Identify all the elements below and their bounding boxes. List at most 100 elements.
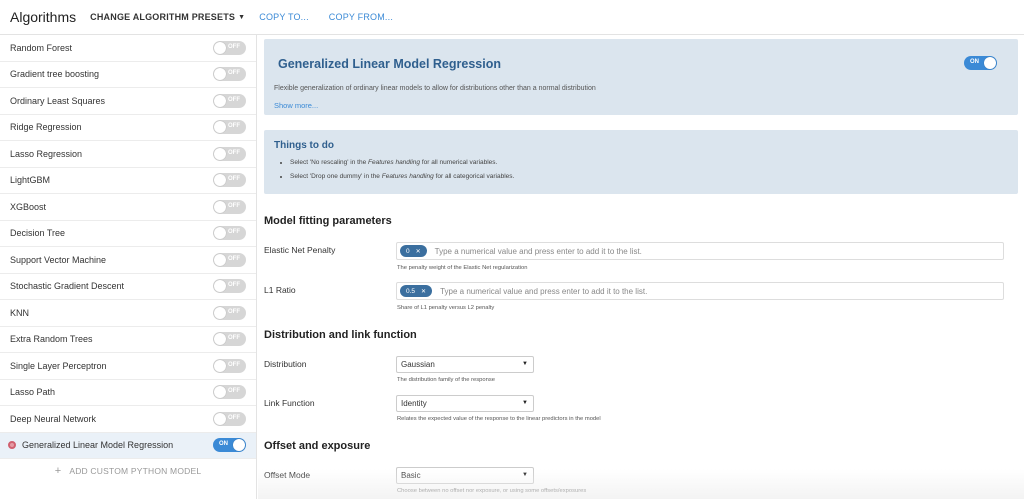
algorithm-name: Gradient tree boosting [10, 69, 100, 80]
presets-label: CHANGE ALGORITHM PRESETS [90, 12, 236, 22]
algorithm-toggle[interactable]: OFF [213, 411, 246, 426]
toggle-knob [233, 439, 245, 452]
algorithm-toggle[interactable]: OFF [213, 385, 246, 400]
dropdown-arrow-icon: ▼ [522, 400, 528, 406]
algorithm-item-ridge[interactable]: Ridge Regression OFF [0, 115, 256, 141]
algorithm-item-lasso[interactable]: Lasso Regression OFF [0, 141, 256, 168]
algorithm-toggle[interactable]: OFF [213, 358, 246, 373]
algorithm-name: Deep Neural Network [10, 413, 97, 424]
algorithm-toggle[interactable]: OFF [213, 146, 246, 161]
remove-icon[interactable]: ✕ [416, 248, 421, 255]
toggle-state: OFF [228, 202, 240, 209]
algorithm-toggle[interactable]: OFF [213, 332, 246, 347]
algorithm-item-svm[interactable]: Support Vector Machine OFF [0, 247, 256, 274]
algorithm-item-lightgbm[interactable]: LightGBM OFF [0, 168, 256, 194]
value-chip[interactable]: 0.5 ✕ [400, 285, 433, 297]
offset-mode-help: Choose between no offset nor exposure, o… [397, 488, 587, 494]
things-to-do-card: Things to do Select 'No rescaling' in th… [264, 130, 1018, 194]
algorithm-enable-toggle[interactable]: ON [964, 56, 997, 70]
l1-ratio-input[interactable]: 0.5 ✕ Type a numerical value and press en… [396, 282, 1004, 300]
select-value: Basic [401, 471, 421, 480]
algorithm-item-decision-tree[interactable]: Decision Tree OFF [0, 221, 256, 247]
algorithm-name: Extra Random Trees [10, 334, 93, 345]
toggle-state: ON [970, 59, 979, 65]
link-function-select[interactable]: Identity ▼ [396, 395, 534, 412]
distribution-help: The distribution family of the response [397, 377, 495, 383]
toggle-state: OFF [228, 282, 240, 289]
toggle-knob [214, 94, 226, 107]
add-custom-python-model-button[interactable]: + ADD CUSTOM PYTHON MODEL [0, 459, 256, 483]
algorithm-toggle[interactable]: OFF [213, 40, 246, 55]
toggle-state: OFF [228, 43, 240, 50]
algorithm-toggle[interactable]: ON [213, 438, 246, 453]
show-more-link[interactable]: Show more... [274, 101, 318, 110]
change-presets-button[interactable]: CHANGE ALGORITHM PRESETS ▼ [90, 12, 245, 22]
remove-icon[interactable]: ✕ [421, 288, 426, 295]
algorithm-name: KNN [10, 307, 30, 318]
algorithm-item-single-layer-perceptron[interactable]: Single Layer Perceptron OFF [0, 353, 256, 380]
toggle-state: OFF [228, 414, 240, 421]
dropdown-arrow-icon: ▼ [522, 472, 528, 478]
algorithm-toggle[interactable]: OFF [213, 252, 246, 267]
offset-mode-select[interactable]: Basic ▼ [396, 467, 534, 484]
toggle-state: OFF [228, 176, 240, 183]
todo-item: Select 'No rescaling' in the Features ha… [290, 158, 514, 172]
elastic-net-input[interactable]: 0 ✕ Type a numerical value and press ente… [396, 242, 1004, 260]
algorithm-name: Single Layer Perceptron [10, 360, 107, 371]
algorithm-item-glm-regression[interactable]: Generalized Linear Model Regression ON [0, 432, 256, 459]
l1-ratio-help: Share of L1 penalty versus L2 penalty [397, 305, 495, 311]
algorithm-item-deep-neural-network[interactable]: Deep Neural Network OFF [0, 406, 256, 433]
algorithm-item-extra-random-trees[interactable]: Extra Random Trees OFF [0, 327, 256, 353]
value-chip[interactable]: 0 ✕ [400, 245, 427, 257]
algorithm-title: Generalized Linear Model Regression [278, 57, 501, 71]
toggle-state: OFF [228, 149, 240, 156]
scroll-fade [258, 469, 1024, 499]
algorithm-toggle[interactable]: OFF [213, 279, 246, 294]
algorithm-toggle[interactable]: OFF [213, 199, 246, 214]
algorithm-item-gradient-tree-boosting[interactable]: Gradient tree boosting OFF [0, 62, 256, 88]
toggle-state: OFF [228, 335, 240, 342]
link-function-help: Relates the expected value of the respon… [397, 416, 601, 422]
algorithm-description: Flexible generalization of ordinary line… [274, 85, 596, 92]
copy-from-link[interactable]: COPY FROM... [329, 12, 393, 22]
algorithm-name-wrapper: Generalized Linear Model Regression [8, 440, 173, 450]
input-placeholder: Type a numerical value and press enter t… [440, 286, 648, 296]
todo-emphasis: Features handling [368, 159, 421, 166]
toggle-knob [214, 253, 226, 266]
algorithm-toggle[interactable]: OFF [213, 67, 246, 82]
toggle-state: OFF [228, 308, 240, 315]
distribution-select[interactable]: Gaussian ▼ [396, 356, 534, 373]
offset-mode-label: Offset Mode [264, 470, 311, 480]
algorithm-name: Stochastic Gradient Descent [10, 281, 125, 292]
algorithm-item-ols[interactable]: Ordinary Least Squares OFF [0, 88, 256, 115]
toggle-state: ON [219, 441, 228, 448]
algorithm-item-random-forest[interactable]: Random Forest OFF [0, 35, 256, 62]
toggle-knob [214, 200, 226, 213]
things-to-do-title: Things to do [274, 140, 334, 151]
algorithm-toggle[interactable]: OFF [213, 93, 246, 108]
algorithm-toggle[interactable]: OFF [213, 173, 246, 188]
algorithm-toggle[interactable]: OFF [213, 226, 246, 241]
algorithm-toggle[interactable]: OFF [213, 305, 246, 320]
algorithm-item-sgd[interactable]: Stochastic Gradient Descent OFF [0, 274, 256, 300]
select-value: Identity [401, 399, 427, 408]
section-title-distribution: Distribution and link function [264, 329, 417, 341]
algorithm-toggle[interactable]: OFF [213, 120, 246, 135]
page-title: Algorithms [10, 9, 77, 25]
toggle-knob [214, 306, 226, 319]
algorithm-item-knn[interactable]: KNN OFF [0, 300, 256, 327]
copy-to-link[interactable]: COPY TO... [259, 12, 309, 22]
toggle-state: OFF [228, 123, 240, 130]
todo-emphasis: Features handling [381, 173, 434, 180]
algorithm-item-lasso-path[interactable]: Lasso Path OFF [0, 380, 256, 406]
todo-text: for all categorical variables. [433, 173, 515, 180]
algorithm-item-xgboost[interactable]: XGBoost OFF [0, 194, 256, 221]
toggle-state: OFF [228, 70, 240, 77]
algorithm-name: Support Vector Machine [10, 254, 107, 265]
todo-text: for all numerical variables. [420, 159, 498, 166]
section-title-model-fitting: Model fitting parameters [264, 215, 392, 227]
toggle-knob [214, 386, 226, 399]
algorithm-sidebar: Random Forest OFF Gradient tree boosting… [0, 35, 257, 499]
l1-ratio-label: L1 Ratio [264, 285, 296, 295]
input-placeholder: Type a numerical value and press enter t… [434, 246, 642, 256]
